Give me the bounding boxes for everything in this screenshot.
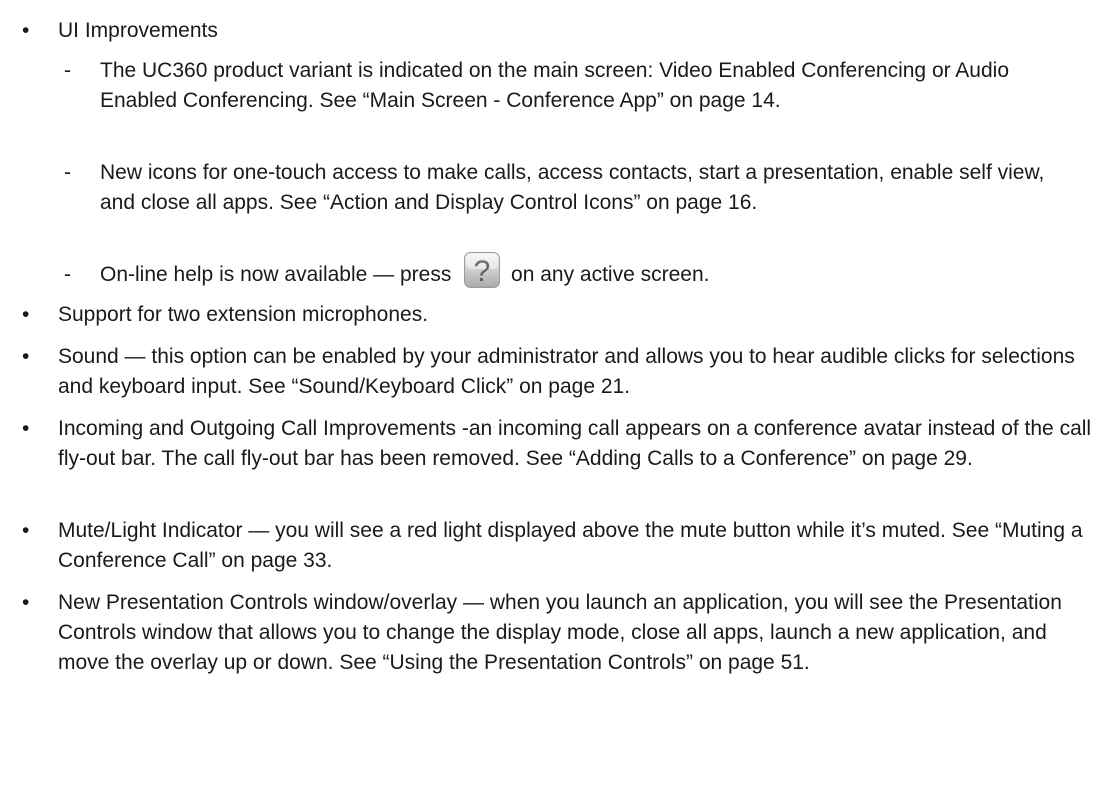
sub-item-online-help: - On-line help is now available — press [0,252,1100,290]
dash-marker: - [64,161,71,184]
help-text-before: On-line help is now available — press [100,263,458,286]
list-item-presentation-controls: • New Presentation Controls window/overl… [0,588,1119,678]
list-item-sound: • Sound — this option can be enabled by … [0,342,1119,402]
list-item-text: Incoming and Outgoing Call Improvements … [58,417,1092,470]
bullet-marker: • [22,417,30,440]
sub-item-text: On-line help is now available — press ? … [100,252,1078,290]
list-item-ui-improvements: • UI Improvements [0,16,1119,46]
list-item-text: Sound — this option can be enabled by yo… [58,345,1075,398]
list-item-text: Support for two extension microphones. [58,303,429,326]
sub-item-product-variant: - The UC360 product variant is indicated… [0,56,1080,116]
bullet-marker: • [22,345,30,368]
sub-item-new-icons: - New icons for one-touch access to make… [0,158,1090,218]
list-item-extension-mics: • Support for two extension microphones. [0,300,1119,330]
dash-marker: - [64,263,71,286]
bullet-marker: • [22,19,30,42]
dash-marker: - [64,59,71,82]
document-page: • UI Improvements - The UC360 product va… [0,0,1119,787]
help-question-icon: ? [463,251,501,289]
list-item-call-improvements: • Incoming and Outgoing Call Improvement… [0,414,1119,474]
help-text-after: on any active screen. [505,263,710,286]
bullet-marker: • [22,519,30,542]
sub-item-text: New icons for one-touch access to make c… [100,161,1045,214]
list-item-text: Mute/Light Indicator — you will see a re… [58,519,1083,572]
svg-text:?: ? [474,255,491,288]
list-item-text: New Presentation Controls window/overlay… [58,591,1062,674]
list-item-mute-indicator: • Mute/Light Indicator — you will see a … [0,516,1119,576]
list-item-text: UI Improvements [58,19,218,42]
bullet-marker: • [22,591,30,614]
sub-item-text: The UC360 product variant is indicated o… [100,59,1010,112]
bullet-marker: • [22,303,30,326]
